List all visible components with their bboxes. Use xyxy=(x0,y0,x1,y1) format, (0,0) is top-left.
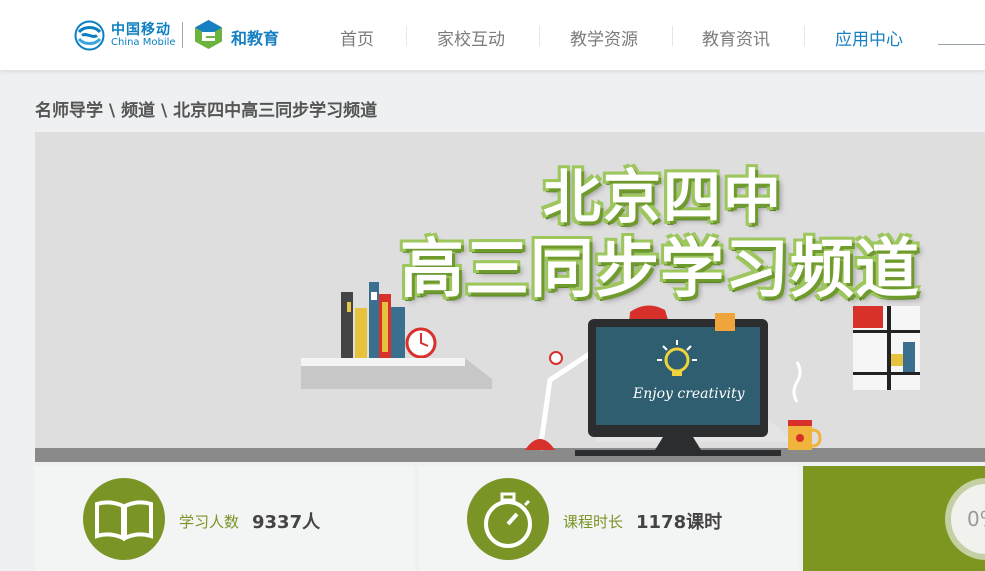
hejiaoyu-logo-text: 和教育 xyxy=(231,29,280,48)
learning-progress: 0% xyxy=(803,466,985,571)
desk-surface xyxy=(35,448,985,462)
open-book-icon xyxy=(83,478,165,560)
coffee-mug-illustration xyxy=(788,361,822,450)
top-header: 中国移动 China Mobile 和教育 首页 家校互动 教学资源 教育资讯 … xyxy=(0,0,985,70)
breadcrumb-separator: \ xyxy=(160,101,168,121)
china-mobile-logo[interactable]: 中国移动 China Mobile xyxy=(74,19,184,51)
monitor-slogan: Enjoy creativity xyxy=(633,386,745,402)
stopwatch-icon xyxy=(467,478,549,560)
banner-title-line2: 高三同步学习频道 xyxy=(400,233,920,307)
nav-divider xyxy=(539,26,540,46)
nav-divider xyxy=(804,26,805,46)
nav-item-app-center[interactable]: 应用中心 xyxy=(835,25,903,50)
stat-course-duration: 课程时长 1178课时 xyxy=(419,466,799,571)
breadcrumb-item-channel[interactable]: 频道 xyxy=(121,101,155,121)
nav-divider xyxy=(672,26,673,46)
stat-course-duration-label: 课程时长 xyxy=(563,513,624,531)
logo-divider xyxy=(182,22,183,48)
stat-learners-label: 学习人数 xyxy=(179,513,240,531)
china-mobile-cn: 中国移动 xyxy=(111,22,171,38)
nav-item-home[interactable]: 首页 xyxy=(340,25,374,50)
nav-item-home-school[interactable]: 家校互动 xyxy=(437,25,505,50)
breadcrumb-item-current: 北京四中高三同步学习频道 xyxy=(173,101,378,121)
nav-item-teaching-resources[interactable]: 教学资源 xyxy=(570,25,638,50)
stat-course-duration-value: 1178课时 xyxy=(636,512,723,533)
hejiaoyu-logo-icon xyxy=(195,20,222,49)
stat-learners: 学习人数 9337人 xyxy=(35,466,415,571)
stat-learners-value: 9337人 xyxy=(252,512,321,533)
china-mobile-en: China Mobile xyxy=(111,37,176,48)
progress-percent: 0% xyxy=(967,507,985,531)
breadcrumb-item-famous-teachers[interactable]: 名师导学 xyxy=(35,101,103,121)
monitor-illustration xyxy=(575,313,781,456)
breadcrumb-separator: \ xyxy=(108,101,116,121)
channel-banner: 北京四中 高三同步学习频道 Enjoy creativity xyxy=(35,132,985,462)
nav-divider xyxy=(406,26,407,46)
china-mobile-logo-icon xyxy=(74,20,105,51)
wall-painting-illustration xyxy=(853,306,920,390)
nav-item-education-news[interactable]: 教育资讯 xyxy=(702,25,770,50)
breadcrumb: 名师导学 \ 频道 \ 北京四中高三同步学习频道 xyxy=(35,96,377,121)
nav-underline xyxy=(938,44,985,45)
